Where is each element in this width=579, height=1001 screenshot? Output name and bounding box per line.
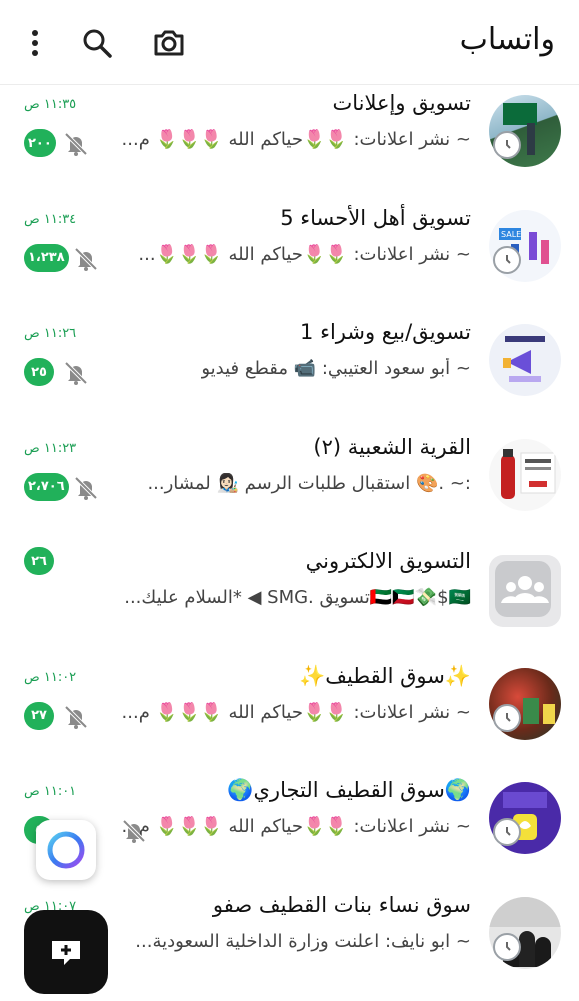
chat-preview: ~ نشر اعلانات: 🌷🌷حياكم الله 🌷🌷🌷 م... [122,129,471,150]
chat-name: القرية الشعبية (٢) [313,435,471,459]
chat-row[interactable]: القرية الشعبية (٢) :~ .🎨 استقبال طلبات ا… [0,429,579,544]
svg-text:SALE: SALE [501,230,521,239]
search-icon[interactable] [80,26,114,60]
chat-row[interactable]: التسويق الالكتروني 🇦🇪🇰🇼💸$🇸🇦تسويق .SMG ◀ … [0,543,579,658]
chat-name: 🌍سوق القطيف التجاري🌍 [227,778,471,803]
app-title: واتساب [460,22,555,57]
chat-name: ✨سوق القطيف✨ [299,664,471,689]
unread-badge: ٢،٧٠٦ [24,473,69,501]
chat-row[interactable]: ✨سوق القطيف✨ ~ نشر اعلانات: 🌷🌷حياكم الله… [0,658,579,773]
more-icon[interactable] [18,26,52,60]
chat-name: تسويق أهل الأحساء 5 [280,206,471,230]
chat-name: تسويق/بيع وشراء 1 [300,320,471,344]
group-avatar[interactable] [489,324,561,396]
chat-preview: 🇦🇪🇰🇼💸$🇸🇦تسويق .SMG ◀ *السلام عليك... [124,587,471,608]
chat-preview: ~ نشر اعلانات: 🌷🌷حياكم الله 🌷🌷🌷 م... [122,816,471,837]
chat-name: التسويق الالكتروني [306,549,471,573]
chat-name: سوق نساء بنات القطيف صفو [213,893,471,917]
chat-time: ١١:٣٥ ص [24,97,76,112]
chat-name: تسويق وإعلانات [332,91,471,115]
camera-icon[interactable] [152,26,186,60]
chat-preview: ~ ابو نايف: اعلنت وزارة الداخلية السعودي… [135,931,471,952]
assistant-bubble[interactable] [36,820,96,880]
community-icon [489,555,561,627]
unread-badge: ٢٠٠ [24,129,56,157]
community-avatar[interactable] [489,555,561,627]
chat-preview: :~ .🎨 استقبال طلبات الرسم 👩🏻‍🎨 لمشار... [147,473,471,494]
chat-preview: ~ نشر اعلانات: 🌷🌷حياكم الله 🌷🌷🌷 م... [122,702,471,723]
unread-badge: ١،٢٣٨ [24,244,69,272]
chat-time: ١١:٠٢ ص [24,670,76,685]
chat-row[interactable]: SALE تسويق أهل الأحساء 5 ~ نشر اعلانات: … [0,200,579,315]
chat-preview: ~ نشر اعلانات: 🌷🌷حياكم الله 🌷🌷🌷... [138,244,471,265]
chat-time: ١١:٣٤ ص [24,212,76,227]
status-icon [493,933,521,961]
status-icon [493,131,521,159]
chat-time: ١١:٢٣ ص [24,441,76,456]
mute-icon [72,474,100,502]
chat-time: ١١:٠١ ص [24,784,76,799]
mute-icon [120,817,148,845]
status-icon [493,704,521,732]
mute-icon [62,703,90,731]
chat-row[interactable]: تسويق/بيع وشراء 1 ~ أبو سعود العتيبي: 📹 … [0,314,579,429]
assistant-ring-icon [44,828,88,872]
mute-icon [72,245,100,273]
new-chat-button[interactable] [24,910,108,994]
unread-badge: ٢٦ [24,547,54,575]
mute-icon [62,359,90,387]
unread-badge: ٢٥ [24,358,54,386]
top-app-bar: واتساب [0,0,579,85]
chat-time: ١١:٢٦ ص [24,326,76,341]
group-avatar[interactable] [489,439,561,511]
new-chat-icon [48,937,84,967]
unread-badge: ٢٧ [24,702,54,730]
mute-icon [62,130,90,158]
status-icon [493,818,521,846]
chat-preview: ~ أبو سعود العتيبي: 📹 مقطع فيديو [201,358,471,379]
status-icon [493,246,521,274]
chat-row[interactable]: تسويق وإعلانات ~ نشر اعلانات: 🌷🌷حياكم ال… [0,85,579,200]
